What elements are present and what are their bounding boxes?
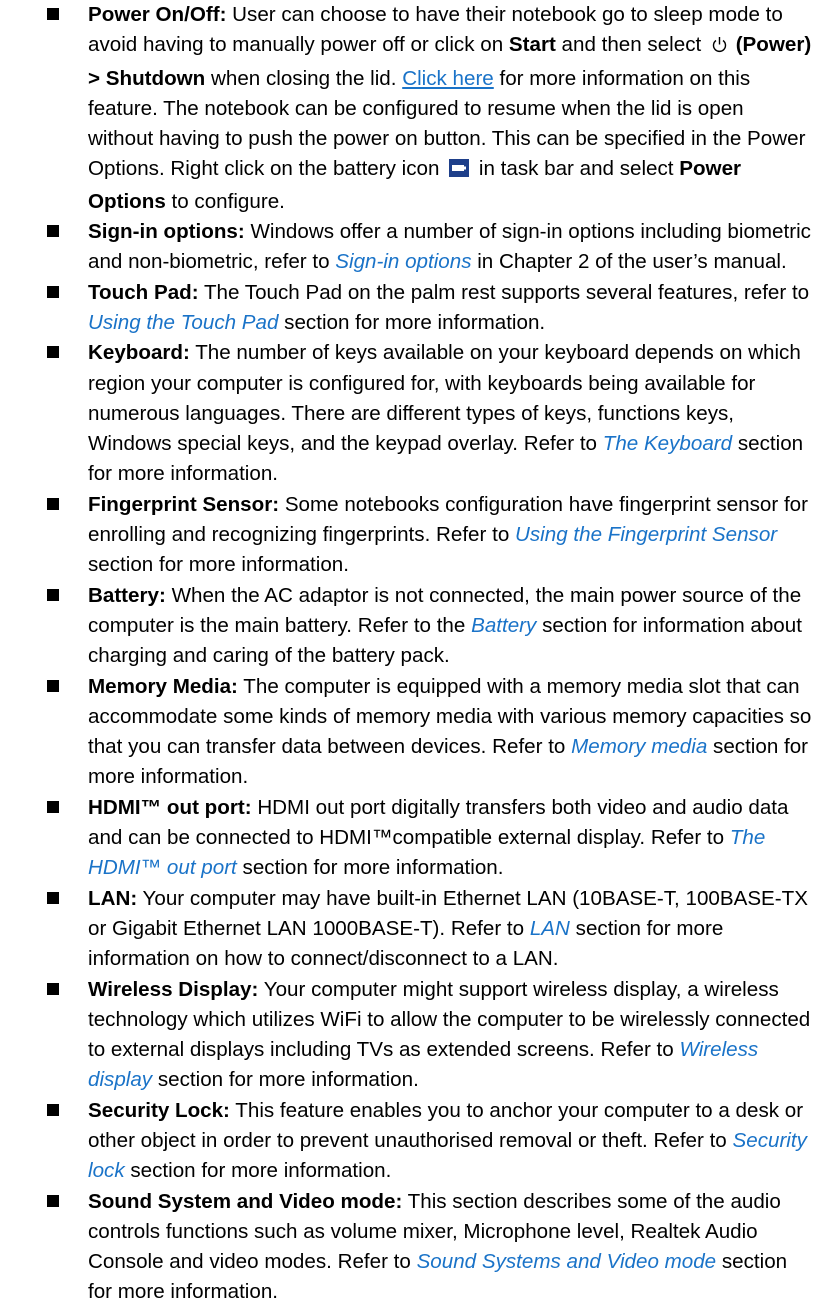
square-bullet [47, 285, 59, 298]
list-item-wireless-display: Wireless Display: Your computer might su… [47, 975, 812, 1096]
list-item-keyboard: Keyboard: The number of keys available o… [47, 338, 812, 489]
item-title: Wireless Display: [88, 977, 259, 1001]
item-title: Sound System and Video mode: [88, 1189, 403, 1213]
xref-link[interactable]: Using the Fingerprint Sensor [515, 523, 777, 546]
xref-link[interactable]: Battery [471, 614, 536, 637]
item-text: section for more information. [284, 310, 546, 334]
square-bullet [47, 8, 59, 20]
manual-page: Power On/Off: User can choose to have th… [0, 0, 818, 1303]
list-item-power: Power On/Off: User can choose to have th… [47, 0, 812, 217]
item-title: Memory Media: [88, 674, 238, 698]
item-text: section for more information. [242, 856, 504, 880]
square-bullet [47, 679, 59, 692]
item-title: Touch Pad: [88, 280, 199, 304]
item-title: Security Lock: [88, 1098, 230, 1122]
list-item-sign-in: Sign-in options: Windows offer a number … [47, 217, 812, 278]
xref-link[interactable]: Memory media [571, 735, 707, 758]
item-title: Power On/Off: [88, 3, 227, 26]
item-text: section for more information. [130, 1159, 392, 1183]
item-text: to configure. [171, 189, 285, 213]
square-bullet [47, 982, 59, 995]
item-title: LAN: [88, 886, 138, 910]
xref-link[interactable]: Using the Touch Pad [88, 311, 278, 334]
power-icon [711, 33, 728, 63]
list-item-lan: LAN: Your computer may have built-in Eth… [47, 884, 812, 975]
list-item-fingerprint: Fingerprint Sensor: Some notebooks confi… [47, 490, 812, 581]
xref-link[interactable]: The Keyboard [603, 432, 732, 455]
start-label: Start [508, 33, 556, 57]
square-bullet [47, 346, 59, 359]
square-bullet [47, 1103, 59, 1116]
square-bullet [47, 225, 59, 238]
square-bullet [47, 1194, 59, 1207]
item-title: Sign-in options: [88, 220, 245, 244]
item-text: in task bar and select [478, 157, 674, 181]
square-bullet [47, 800, 59, 813]
list-item-touch-pad: Touch Pad: The Touch Pad on the palm res… [47, 278, 812, 339]
xref-link[interactable]: Sign-in options [335, 250, 471, 273]
xref-link[interactable]: LAN [530, 917, 570, 940]
item-text: section for more information. [88, 553, 349, 577]
list-item-hdmi: HDMI™ out port: HDMI out port digitally … [47, 793, 812, 884]
list-item-security-lock: Security Lock: This feature enables you … [47, 1096, 812, 1187]
xref-link[interactable]: Sound Systems and Video mode [417, 1250, 717, 1273]
item-title: Battery: [88, 583, 166, 607]
item-title: Keyboard: [88, 341, 190, 365]
square-bullet [47, 497, 59, 510]
list-item-sound-video: Sound System and Video mode: This sectio… [47, 1187, 812, 1308]
square-bullet [47, 588, 59, 601]
item-text: section for more information. [157, 1068, 419, 1092]
list-item-memory-media: Memory Media: The computer is equipped w… [47, 672, 812, 793]
item-title: Fingerprint Sensor: [88, 492, 280, 516]
item-text: when closing the lid. [211, 66, 397, 90]
item-title: HDMI™ out port: [88, 795, 252, 819]
item-text: and then select [561, 33, 702, 57]
square-bullet [47, 891, 59, 904]
click-here-link[interactable]: Click here [402, 67, 494, 90]
battery-icon [449, 156, 470, 186]
list-item-battery: Battery: When the AC adaptor is not conn… [47, 581, 812, 672]
item-text: in Chapter 2 of the user’s manual. [477, 250, 787, 274]
item-text: The Touch Pad on the palm rest supports … [203, 280, 810, 304]
feature-list: Power On/Off: User can choose to have th… [47, 0, 812, 1308]
